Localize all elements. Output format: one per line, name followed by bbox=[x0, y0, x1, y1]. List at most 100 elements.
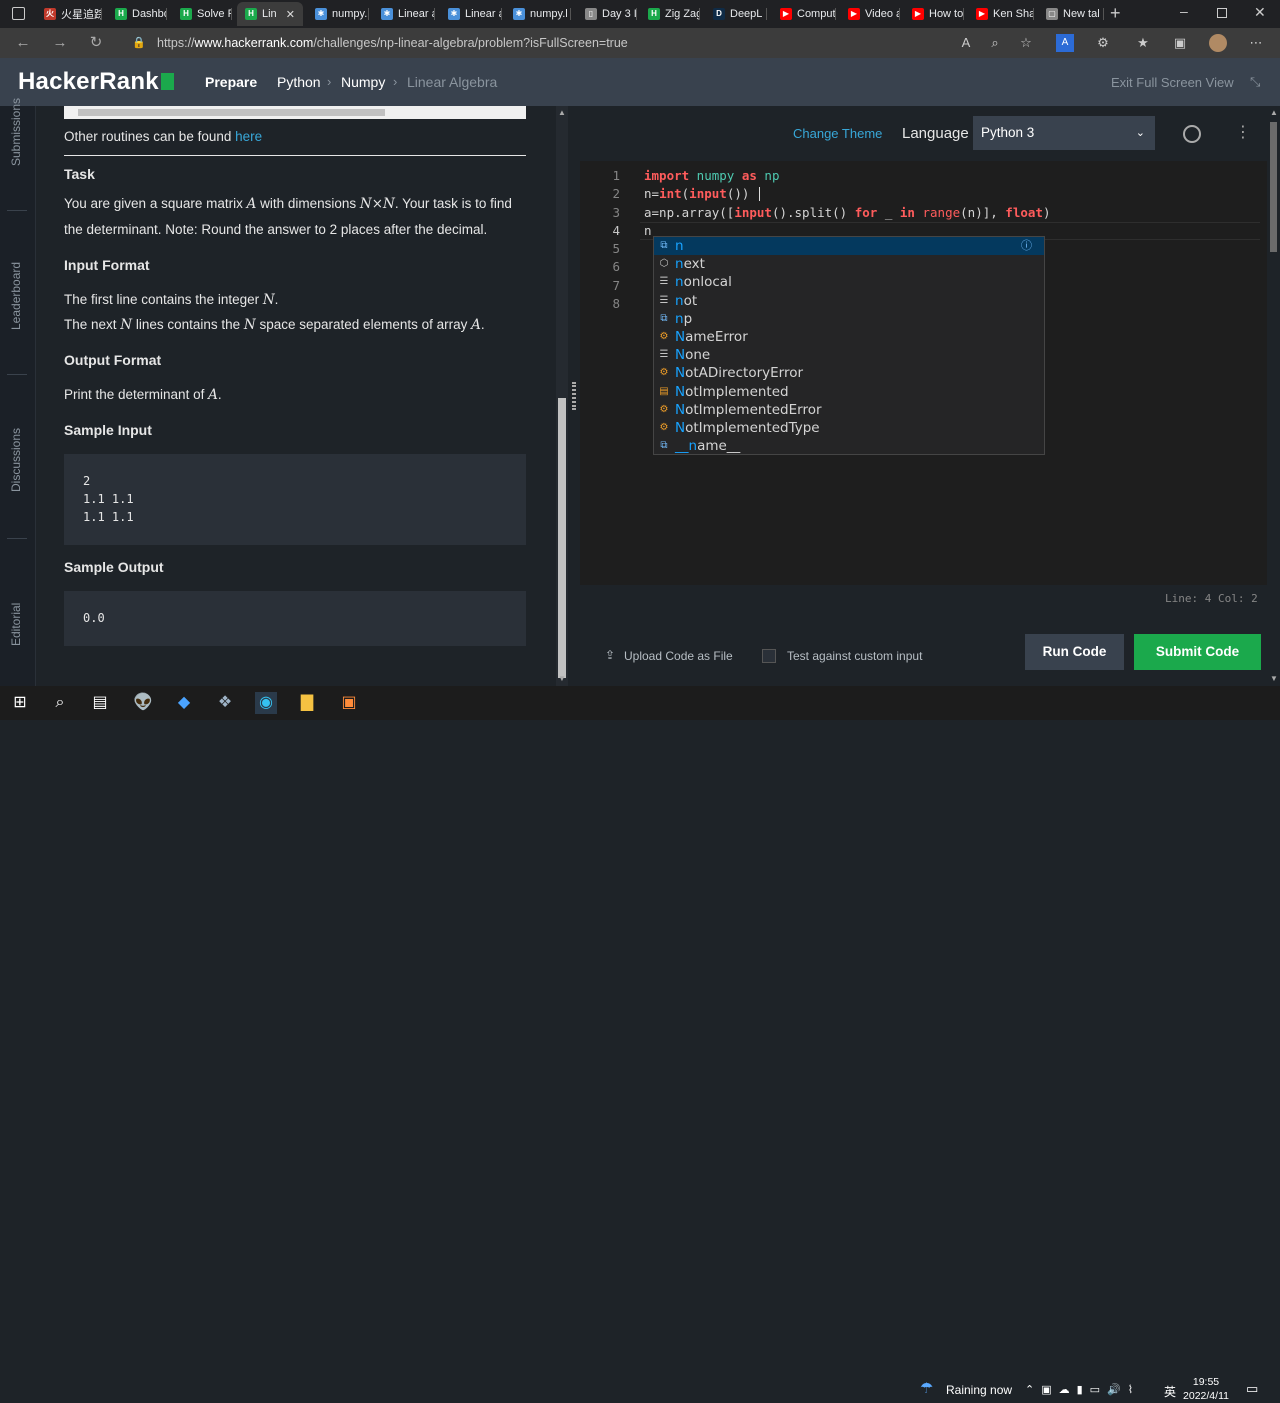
ime-indicator[interactable]: 英 bbox=[1164, 1383, 1176, 1400]
suggestion-item[interactable]: ☰ nonlocal bbox=[654, 273, 1044, 291]
browser-tab[interactable]: 火火星追踪 bbox=[36, 2, 102, 26]
suggestion-item[interactable]: ⚙ NotImplementedType bbox=[654, 419, 1044, 437]
notifications-icon[interactable]: ▭ bbox=[1246, 1381, 1258, 1397]
submit-code-button[interactable]: Submit Code bbox=[1134, 634, 1261, 670]
edge-browser-icon[interactable]: ◉ bbox=[255, 692, 277, 714]
browser-tab[interactable]: ✱ Linear a bbox=[373, 2, 435, 26]
history-icon[interactable] bbox=[1183, 125, 1201, 143]
suggestion-rest: ame__ bbox=[697, 438, 741, 455]
browser-tab[interactable]: ▶ Comput bbox=[772, 2, 836, 26]
page-scrollbar[interactable]: ▲ ▼ bbox=[1267, 106, 1280, 686]
browser-tab[interactable]: ▶ Ken Sha bbox=[968, 2, 1034, 26]
browser-tab[interactable]: ▶ Video a bbox=[840, 2, 900, 26]
scroll-down-arrow[interactable]: ▼ bbox=[558, 674, 566, 683]
back-button[interactable]: ← bbox=[13, 33, 33, 53]
zoom-icon[interactable]: ⌕ bbox=[986, 34, 1004, 52]
rail-discussions[interactable]: Discussions bbox=[9, 428, 23, 492]
suggestion-item[interactable]: ⧉ __name__ bbox=[654, 437, 1044, 455]
weather-icon[interactable]: ☂ bbox=[920, 1379, 933, 1397]
alien-app-icon[interactable]: 👽 bbox=[132, 692, 154, 714]
app-icon[interactable]: ❖ bbox=[214, 692, 236, 714]
browser-tab[interactable]: H Lin ✕ bbox=[237, 2, 303, 26]
more-vertical-icon[interactable]: ⋮ bbox=[1235, 124, 1251, 142]
menu-ellipsis-icon[interactable]: ⋯ bbox=[1247, 34, 1265, 52]
read-aloud-icon[interactable]: A bbox=[957, 34, 975, 52]
rail-submissions[interactable]: Submissions bbox=[9, 98, 23, 166]
run-code-button[interactable]: Run Code bbox=[1025, 634, 1124, 670]
exit-full-screen-link[interactable]: Exit Full Screen View bbox=[1111, 75, 1234, 90]
scroll-up-arrow[interactable]: ▲ bbox=[1270, 108, 1278, 117]
rail-editorial[interactable]: Editorial bbox=[9, 603, 23, 646]
tray-icons[interactable]: ⌃▣☁▮▭🔊⌇ bbox=[1025, 1383, 1140, 1396]
scrollbar-thumb[interactable] bbox=[558, 398, 566, 678]
url-input[interactable]: 🔒 https://www.hackerrank.com/challenges/… bbox=[120, 30, 1040, 56]
hackerrank-logo[interactable]: HackerRank bbox=[18, 68, 174, 96]
windows-start-icon[interactable]: ⊞ bbox=[9, 692, 31, 714]
app-icon[interactable]: ▣ bbox=[338, 692, 360, 714]
scroll-up-arrow[interactable]: ▲ bbox=[558, 108, 566, 117]
browser-tab[interactable]: ▶ How to bbox=[904, 2, 964, 26]
suggestion-item[interactable]: ⚙ NotImplementedError bbox=[654, 401, 1044, 419]
extensions-icon[interactable]: ⚙ bbox=[1094, 34, 1112, 52]
custom-input-checkbox[interactable] bbox=[762, 649, 776, 663]
task-view-icon[interactable]: ▤ bbox=[89, 692, 111, 714]
minimize-button[interactable]: – bbox=[1180, 3, 1188, 19]
collections-icon[interactable]: ▣ bbox=[1171, 34, 1189, 52]
breadcrumb-prepare[interactable]: Prepare bbox=[205, 74, 257, 90]
restore-button[interactable] bbox=[1217, 8, 1227, 18]
suggestion-item[interactable]: ⬡ next bbox=[654, 255, 1044, 273]
browser-tab[interactable]: H Dashbo bbox=[107, 2, 167, 26]
forward-button[interactable]: → bbox=[50, 33, 70, 53]
browser-tab[interactable]: ✱ numpy. bbox=[307, 2, 369, 26]
suggestion-rest: p bbox=[683, 310, 693, 327]
horizontal-scrollbar[interactable] bbox=[64, 106, 526, 119]
profile-avatar[interactable] bbox=[1209, 34, 1227, 52]
upload-icon[interactable]: ⇪ bbox=[605, 648, 615, 662]
favorites-icon[interactable]: ★ bbox=[1134, 34, 1152, 52]
file-explorer-icon[interactable]: ▇ bbox=[296, 692, 318, 714]
scrollbar-thumb[interactable] bbox=[1270, 122, 1277, 252]
search-icon[interactable]: ⌕ bbox=[49, 692, 71, 714]
browser-tab[interactable]: H Solve Py bbox=[172, 2, 232, 26]
upload-code-link[interactable]: Upload Code as File bbox=[624, 649, 733, 663]
suggestion-item[interactable]: ▤ NotImplemented bbox=[654, 383, 1044, 401]
problem-scrollbar[interactable]: ▲ ▼ bbox=[556, 106, 568, 686]
drag-grip-icon[interactable] bbox=[572, 382, 576, 410]
refresh-button[interactable]: ↻ bbox=[86, 33, 106, 53]
routines-link[interactable]: here bbox=[235, 129, 262, 144]
suggestion-item[interactable]: ⧉ np bbox=[654, 310, 1044, 328]
browser-tab[interactable]: ▯ Day 3 In bbox=[577, 2, 637, 26]
tab-separator bbox=[899, 8, 900, 20]
info-icon[interactable]: ⓘ bbox=[1021, 237, 1032, 255]
translate-extension-icon[interactable]: A bbox=[1056, 34, 1074, 52]
breadcrumb-python[interactable]: Python bbox=[277, 74, 321, 90]
clock[interactable]: 19:55 2022/4/11 bbox=[1180, 1375, 1232, 1403]
suggestion-item[interactable]: ☰ None bbox=[654, 346, 1044, 364]
change-theme-link[interactable]: Change Theme bbox=[793, 126, 882, 141]
browser-tab[interactable]: ▢ New tal bbox=[1038, 2, 1104, 26]
browser-tab[interactable]: ✱ Linear a bbox=[440, 2, 502, 26]
app-icon[interactable]: ◆ bbox=[173, 692, 195, 714]
tab-actions-icon[interactable] bbox=[12, 7, 25, 20]
exit-fullscreen-icon[interactable]: ⤡ bbox=[1250, 74, 1260, 90]
new-tab-button[interactable]: + bbox=[1110, 3, 1121, 24]
custom-input-label[interactable]: Test against custom input bbox=[787, 649, 922, 663]
favorite-star-icon[interactable]: ☆ bbox=[1017, 34, 1035, 52]
close-tab-icon[interactable]: ✕ bbox=[286, 8, 295, 21]
scroll-down-arrow[interactable]: ▼ bbox=[1270, 674, 1278, 683]
scrollbar-thumb[interactable] bbox=[78, 109, 385, 116]
panel-resize-handle[interactable] bbox=[568, 106, 580, 686]
browser-tab[interactable]: D DeepL bbox=[705, 2, 767, 26]
browser-tab[interactable]: ✱ numpy.l bbox=[505, 2, 571, 26]
suggestion-item[interactable]: ⚙ NotADirectoryError bbox=[654, 364, 1044, 382]
weather-text[interactable]: Raining now bbox=[946, 1383, 1012, 1397]
suggestion-item[interactable]: ⧉ n ⓘ bbox=[654, 237, 1044, 255]
language-select[interactable]: Python 3 ⌄ bbox=[973, 116, 1155, 150]
suggestion-item[interactable]: ⚙ NameError bbox=[654, 328, 1044, 346]
browser-tab[interactable]: H Zig Zag bbox=[640, 2, 700, 26]
rail-leaderboard[interactable]: Leaderboard bbox=[9, 262, 23, 330]
close-window-button[interactable]: ✕ bbox=[1254, 4, 1266, 21]
suggestion-item[interactable]: ☰ not bbox=[654, 292, 1044, 310]
autocomplete-dropdown[interactable]: ⧉ n ⓘ ⬡ next ☰ nonlocal ☰ not ⧉ np ⚙ NameError ☰ None ⚙… bbox=[653, 236, 1045, 455]
breadcrumb-numpy[interactable]: Numpy bbox=[341, 74, 385, 90]
